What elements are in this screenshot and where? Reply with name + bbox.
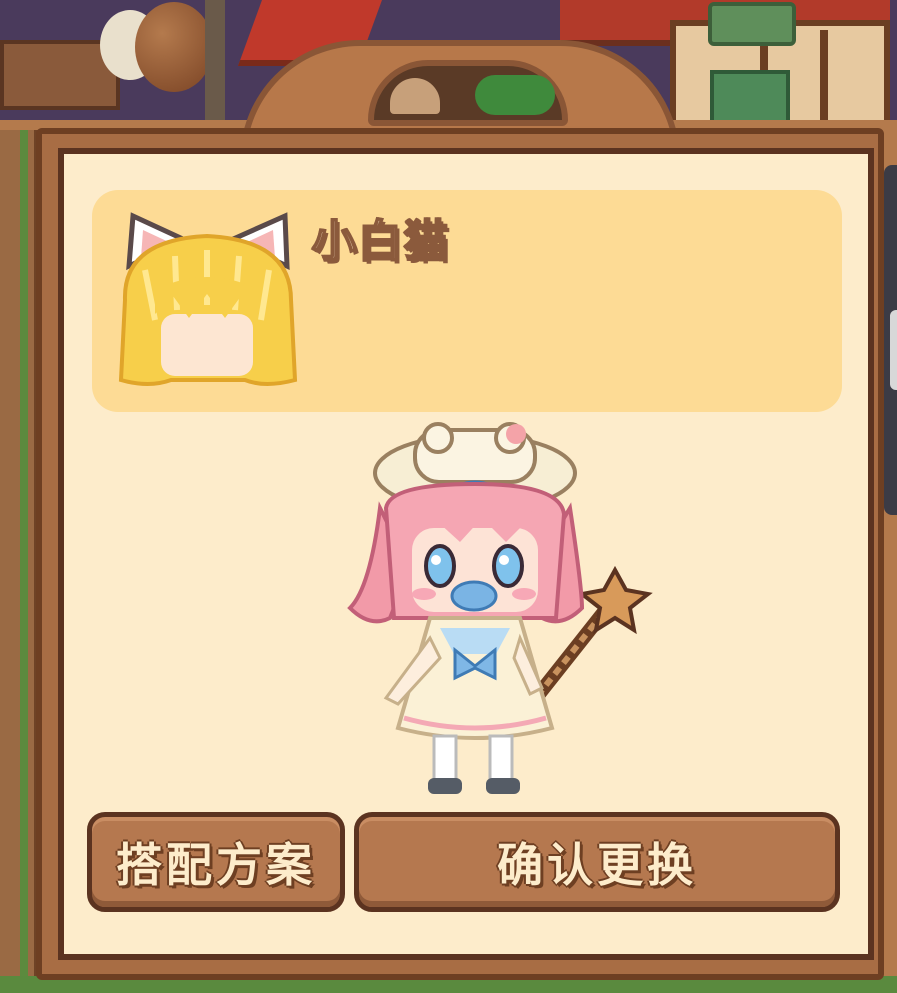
confirm-change-button[interactable]: 确认更换	[354, 812, 840, 912]
cat-ear-blonde-hair-icon	[118, 212, 298, 386]
outfit-plan-button-label: 搭配方案	[116, 838, 316, 892]
outfit-plan-button[interactable]: 搭配方案	[87, 812, 345, 912]
balloon-brown	[135, 2, 213, 92]
side-drawer-handle[interactable]	[890, 310, 897, 390]
house-beam	[820, 30, 828, 130]
street-lamp	[205, 0, 225, 120]
clover-sign-icon	[708, 2, 796, 46]
confirm-change-button-label: 确认更换	[497, 838, 697, 892]
bush	[475, 75, 555, 115]
left-vine	[20, 130, 28, 993]
character-avatar	[347, 422, 653, 794]
item-name: 小白猫	[311, 215, 450, 268]
